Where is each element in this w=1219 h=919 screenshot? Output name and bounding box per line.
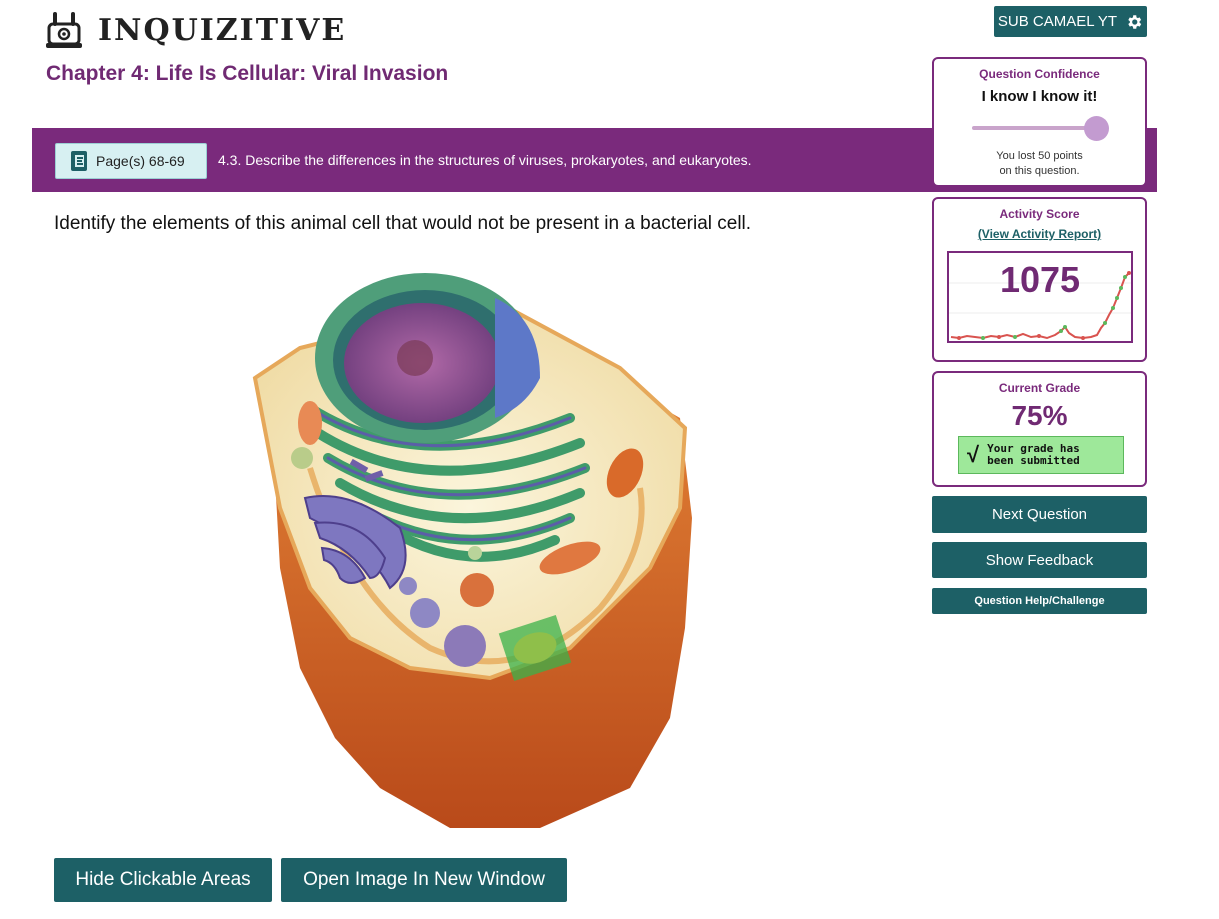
hide-clickable-areas-button[interactable]: Hide Clickable Areas: [54, 858, 272, 902]
open-image-new-window-button[interactable]: Open Image In New Window: [281, 858, 567, 902]
confidence-slider-handle[interactable]: [1084, 116, 1109, 141]
activity-score-value: 1075: [999, 259, 1081, 300]
points-lost-line2: on this question.: [999, 165, 1080, 177]
activity-sparkline: 1075: [947, 251, 1133, 343]
confidence-value: I know I know it!: [981, 88, 1098, 105]
ebook-pages-button[interactable]: Page(s) 68-69: [55, 143, 207, 179]
check-icon: √: [967, 442, 980, 467]
animal-cell-image[interactable]: [240, 268, 710, 838]
grade-status-line2: been submitted: [987, 454, 1080, 467]
confidence-title: Question Confidence: [979, 67, 1100, 81]
chapter-title: Chapter 4: Life Is Cellular: Viral Invas…: [46, 62, 449, 85]
points-lost-note: You lost 50 points on this question.: [934, 149, 1145, 179]
points-lost-line1: You lost 50 points: [996, 150, 1083, 162]
next-question-button[interactable]: Next Question: [932, 496, 1147, 533]
grade-submitted-message: Your grade has been submitted: [987, 443, 1080, 467]
learning-objective: 4.3. Describe the differences in the str…: [218, 152, 752, 168]
grade-submitted-badge: √ Your grade has been submitted: [958, 436, 1124, 474]
question-help-challenge-button[interactable]: Question Help/Challenge: [932, 588, 1147, 614]
user-name: SUB CAMAEL YT: [997, 13, 1118, 30]
page-label: Page(s) 68-69: [96, 153, 185, 169]
ebook-icon: [71, 151, 87, 171]
confidence-slider-track[interactable]: [972, 126, 1092, 130]
question-prompt: Identify the elements of this animal cel…: [54, 213, 752, 234]
view-activity-report-link[interactable]: (View Activity Report): [934, 227, 1145, 241]
gear-icon: [1128, 14, 1142, 29]
current-grade-title: Current Grade: [998, 381, 1081, 395]
current-grade-panel: Current Grade 75% √ Your grade has been …: [932, 371, 1147, 487]
show-feedback-button[interactable]: Show Feedback: [932, 542, 1147, 578]
logo-text: INQUIZITIVE: [98, 12, 347, 48]
robot-logo-icon: [46, 12, 82, 48]
app-logo: INQUIZITIVE: [44, 10, 346, 50]
activity-score-title: Activity Score: [999, 207, 1080, 221]
animal-cell-illustration: [252, 273, 692, 828]
question-confidence-panel: Question Confidence I know I know it! Yo…: [932, 57, 1147, 187]
user-settings-button[interactable]: SUB CAMAEL YT: [994, 6, 1147, 37]
current-grade-value: 75%: [1011, 400, 1068, 431]
activity-score-panel: Activity Score (View Activity Report) 10…: [932, 197, 1147, 362]
